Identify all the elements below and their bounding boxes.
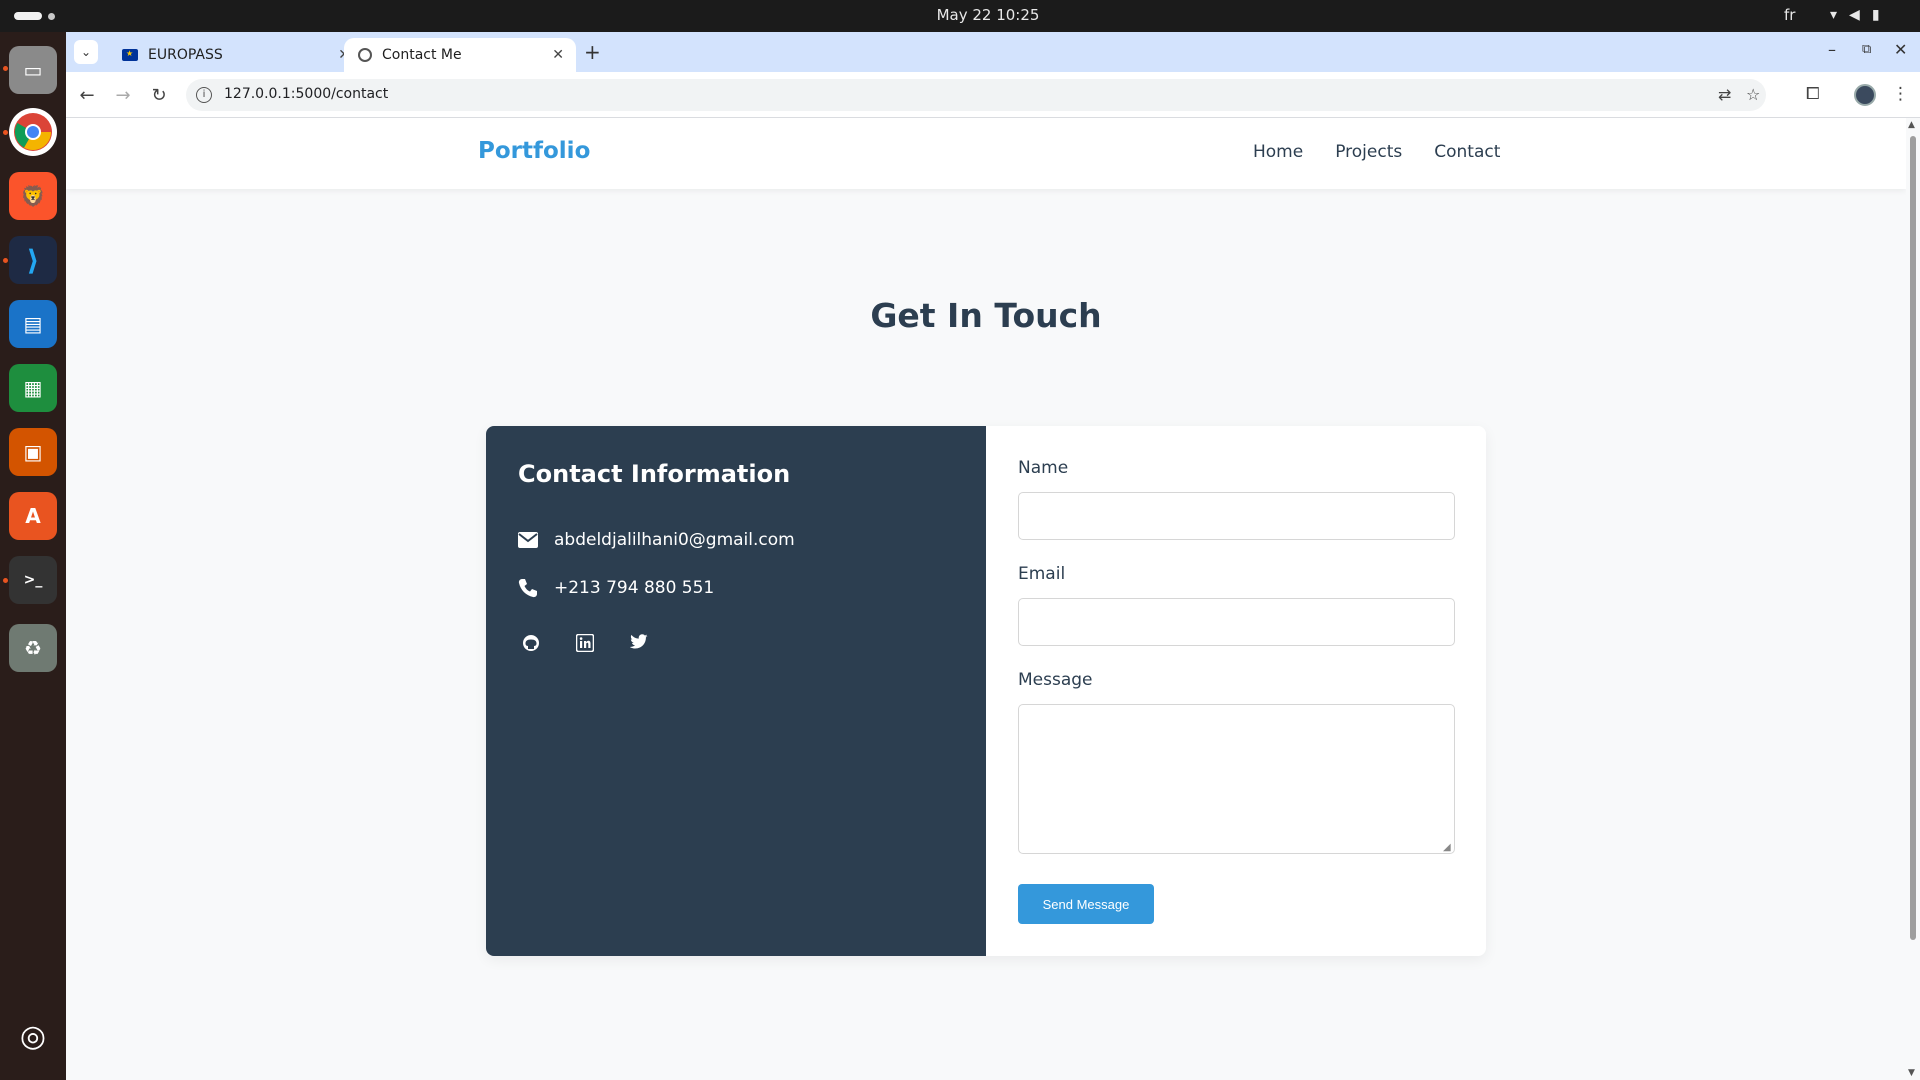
contact-info-panel: Contact Information abdeldjalilhani0@gma… (486, 426, 986, 956)
new-tab-button[interactable]: + (584, 40, 601, 64)
scrollbar-thumb[interactable] (1910, 136, 1916, 940)
nav-link-projects[interactable]: Projects (1335, 142, 1402, 162)
forward-icon[interactable]: → (110, 82, 136, 108)
menu-kebab-icon[interactable]: ⋮ (1892, 84, 1909, 104)
nav-link-contact[interactable]: Contact (1434, 142, 1500, 162)
back-icon[interactable]: ← (74, 82, 100, 108)
show-apps-icon[interactable]: ◎ (9, 1012, 57, 1060)
minimize-icon[interactable]: – (1828, 40, 1836, 59)
keyboard-language[interactable]: fr (1784, 6, 1795, 24)
restore-icon[interactable]: ⧉ (1862, 42, 1871, 57)
browser-toolbar: ← → ↻ i 127.0.0.1:5000/contact ⇄ ☆ ⧠ ⋮ (66, 72, 1920, 118)
social-links (522, 634, 648, 652)
tab-title: EUROPASS (148, 47, 223, 63)
reload-icon[interactable]: ↻ (146, 82, 172, 108)
page-title: Get In Touch (870, 296, 1102, 335)
site-header: Portfolio Home Projects Contact (66, 118, 1906, 189)
contact-card: Contact Information abdeldjalilhani0@gma… (486, 426, 1486, 956)
translate-icon[interactable]: ⇄ (1718, 85, 1731, 104)
phone-icon (518, 579, 537, 598)
system-clock[interactable]: May 22 10:25 (0, 6, 1920, 24)
email-field[interactable] (1018, 598, 1455, 646)
send-message-button[interactable]: Send Message (1018, 884, 1154, 924)
globe-icon (358, 48, 372, 62)
extensions-icon[interactable]: ⧠ (1806, 84, 1820, 104)
name-label: Name (1018, 458, 1069, 478)
message-label: Message (1018, 670, 1093, 690)
scroll-up-arrow-icon[interactable]: ▲ (1908, 120, 1915, 130)
page-scrollbar[interactable]: ▲ ▼ (1906, 118, 1920, 1080)
volume-icon: ◀ (1849, 7, 1860, 23)
terminal-app-icon[interactable]: >_ (9, 556, 57, 604)
wifi-icon: ▾ (1830, 7, 1838, 23)
brave-app-icon[interactable]: 🦁 (9, 172, 57, 220)
running-indicator (3, 130, 8, 135)
linkedin-icon[interactable] (576, 634, 594, 652)
github-icon[interactable] (522, 634, 540, 652)
bookmark-star-icon[interactable]: ☆ (1746, 85, 1760, 104)
writer-app-icon[interactable]: ▤ (9, 300, 57, 348)
files-app-icon[interactable]: ▭ (9, 46, 57, 94)
page-viewport: Portfolio Home Projects Contact Get In T… (66, 118, 1920, 1080)
name-field[interactable] (1018, 492, 1455, 540)
tab-contact-me[interactable]: Contact Me ✕ (344, 38, 576, 72)
url-text[interactable]: 127.0.0.1:5000/contact (224, 86, 388, 102)
running-indicator (3, 578, 8, 583)
contact-email[interactable]: abdeldjalilhani0@gmail.com (554, 530, 795, 550)
battery-icon: ▮ (1871, 7, 1880, 23)
resize-grip-icon[interactable]: ◢ (1443, 842, 1451, 853)
running-indicator (3, 258, 8, 263)
site-info-icon[interactable]: i (196, 87, 212, 103)
profile-avatar[interactable] (1854, 84, 1876, 106)
twitter-icon[interactable] (630, 634, 648, 652)
close-icon[interactable]: ✕ (552, 47, 564, 63)
contact-form: Name Email Message ◢ Send Message (986, 426, 1486, 956)
tab-title: Contact Me (382, 47, 462, 63)
app-center-icon[interactable]: A (9, 492, 57, 540)
system-top-bar: May 22 10:25 fr ▾ ◀ ▮ (0, 0, 1920, 32)
trash-app-icon[interactable]: ♻ (9, 624, 57, 672)
window-close-icon[interactable]: ✕ (1894, 40, 1907, 59)
impress-app-icon[interactable]: ▣ (9, 428, 57, 476)
browser-window: ⌄ EUROPASS ✕ Contact Me ✕ + – ⧉ ✕ ← → ↻ … (66, 32, 1920, 1080)
eu-flag-icon (122, 49, 138, 61)
vscode-app-icon[interactable]: ⟩ (9, 236, 57, 284)
message-textarea[interactable] (1018, 704, 1455, 854)
application-dock: ▭ 🦁 ⟩ ▤ ▦ ▣ A >_ ♻ ◎ (0, 32, 66, 1080)
scroll-down-arrow-icon[interactable]: ▼ (1908, 1068, 1915, 1078)
site-logo[interactable]: Portfolio (478, 138, 590, 164)
contact-email-row: abdeldjalilhani0@gmail.com (518, 530, 795, 550)
contact-info-title: Contact Information (518, 460, 791, 488)
contact-phone-row: +213 794 880 551 (518, 578, 714, 598)
nav-link-home[interactable]: Home (1253, 142, 1303, 162)
contact-phone[interactable]: +213 794 880 551 (554, 578, 714, 598)
tab-search-button[interactable]: ⌄ (74, 40, 98, 64)
tab-strip: ⌄ EUROPASS ✕ Contact Me ✕ + – ⧉ ✕ (66, 32, 1920, 72)
system-tray[interactable]: ▾ ◀ ▮ (1830, 7, 1880, 23)
calc-app-icon[interactable]: ▦ (9, 364, 57, 412)
chrome-app-icon[interactable] (9, 108, 57, 156)
envelope-icon (518, 532, 538, 548)
address-bar[interactable]: i 127.0.0.1:5000/contact ⇄ ☆ (186, 79, 1766, 111)
running-indicator (3, 66, 8, 71)
site-nav: Home Projects Contact (1253, 142, 1500, 162)
email-label: Email (1018, 564, 1066, 584)
